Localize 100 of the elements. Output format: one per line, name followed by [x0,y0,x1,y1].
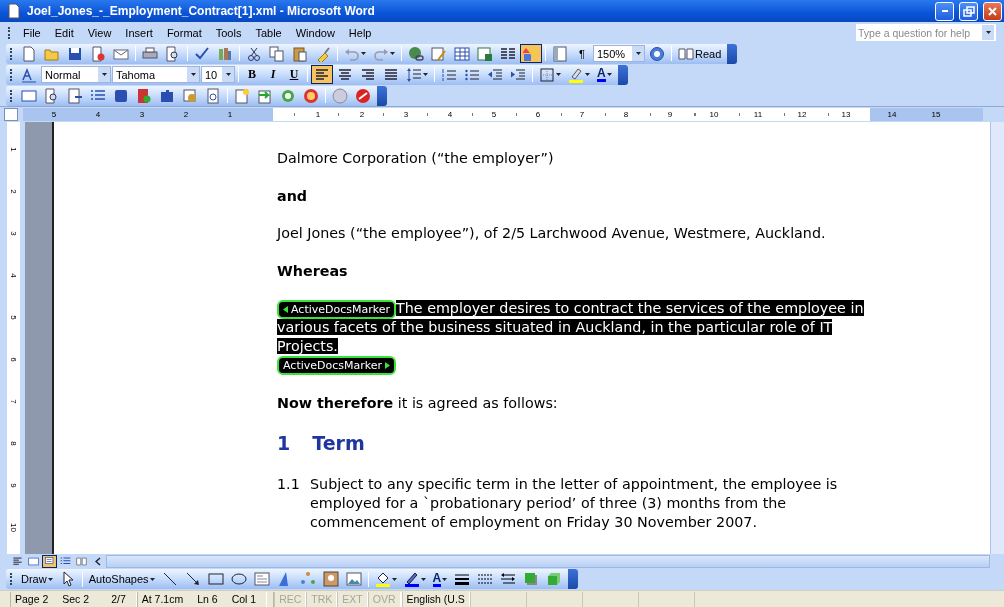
toolbar-options-button[interactable] [377,85,387,106]
font-size-value: 10 [205,68,218,81]
caret-icon [361,52,366,55]
caret-icon [47,577,53,581]
status-indicator: REC [274,591,307,607]
print-layout-view-button[interactable] [42,554,57,568]
menu-item[interactable]: Edit [48,24,80,41]
help-search-field[interactable]: Type a question for help [856,24,996,41]
clipboard-icon [292,45,308,62]
open-book-icon [76,555,87,567]
align-left-button[interactable] [311,65,333,84]
underline-button[interactable]: U [284,65,304,84]
marker-tag[interactable]: ActiveDocsMarker [277,356,397,375]
ruler-number: 8 [8,440,18,446]
menu-item[interactable]: Window [289,24,341,41]
read-button[interactable]: Read [675,44,725,63]
close-icon [988,6,997,16]
ruler-number: 3 [403,110,409,119]
minimize-button[interactable] [935,1,954,21]
caret-icon [606,73,612,76]
line-weight-icon [454,571,471,587]
status-field: 2/7 [99,591,136,607]
menu-item[interactable]: View [81,24,118,41]
toolbar-options-button[interactable] [617,64,628,85]
menu-item[interactable]: File [17,24,47,41]
help-icon [649,45,665,62]
clause-number: 1.1 [277,474,301,494]
paint-bucket-icon [374,571,391,587]
paragraph: and [277,186,309,206]
no-entry-icon [355,87,371,104]
border-icon [539,66,555,83]
ruler-number: 9 [667,110,673,119]
draw-menu[interactable]: Draw [18,569,56,589]
arrow-icon [184,571,201,587]
paragraph: Joel Jones (“the employee”), of 2/5 Larchwood Avenue, Westmere, Auckland. [277,224,827,243]
open-book-icon [678,45,694,62]
marker-tag[interactable]: ActiveDocsMarker [277,300,397,319]
bold-button[interactable]: B [242,65,262,84]
font-color-button[interactable]: A [429,569,451,589]
status-field: Col 1 [227,591,267,607]
font-size-field[interactable]: 10 [201,66,235,83]
zoom-field[interactable]: 150% [593,45,645,62]
font-field[interactable]: Tahoma [112,66,200,83]
caret-icon [390,52,395,55]
tab-selector-button[interactable] [4,108,18,121]
ruler-number: 4 [8,272,18,278]
toolbar-options-button[interactable] [727,43,738,64]
ring-icon [280,87,296,104]
status-field: At 7.1cm [137,591,194,607]
menu-item[interactable]: Table [249,24,288,41]
ruler-number: 8 [623,110,629,119]
dropdown-button[interactable] [982,25,994,40]
line-icon [161,571,178,587]
font-color-button[interactable]: A [594,65,615,84]
status-field: Sec 2 [58,591,100,607]
insert-table-button[interactable] [451,44,473,63]
square-icon [113,87,129,104]
frame-icon [28,555,39,567]
grid-icon [454,45,470,62]
ruler-number: 3 [8,230,18,236]
menu-item[interactable]: Help [342,24,378,41]
magnifier-page-icon [165,45,181,62]
align-left-icon [12,555,23,567]
status-indicator: TRK [306,591,338,607]
justify-icon [383,66,399,83]
ruler-number: 2 [183,110,189,119]
vertical-scrollbar[interactable] [990,122,1004,554]
toolbar-options-button[interactable] [568,569,579,589]
language-indicator: English (U.S [401,591,470,607]
diagram-icon [299,571,316,587]
menu-item[interactable]: Insert [119,24,159,41]
ruler-number: 10 [709,110,719,119]
restore-button[interactable] [959,1,978,21]
ruler-number: 1 [8,146,18,152]
drawing-button[interactable] [520,44,542,63]
menu-item[interactable]: Tools [209,24,248,41]
italic-button[interactable]: I [263,65,283,84]
zoom-value: 150% [597,47,626,60]
columns-icon [500,45,516,62]
shapes-icon [523,45,539,62]
frame-icon [21,87,37,104]
ruler-number: 4 [95,110,101,119]
paragraph: Whereas [277,261,349,281]
autoshapes-menu[interactable]: AutoShapes [85,569,158,589]
picture-icon [345,571,362,587]
menu-item[interactable]: Format [160,24,208,41]
style-field[interactable]: Normal [41,66,111,83]
web-view-button[interactable] [26,554,41,568]
restore-icon [962,5,975,17]
normal-view-button[interactable] [10,554,25,568]
ruler-number: 7 [8,398,18,404]
close-button[interactable] [983,1,1002,21]
ruler-number: 14 [887,110,897,119]
ruler-number: 5 [8,314,18,320]
ruler-number: 1 [227,110,233,119]
ruler-number: 9 [8,482,18,488]
horizontal-scrollbar[interactable] [106,554,990,568]
show-formatting-button[interactable]: ¶ [572,44,592,63]
align-right-icon [360,66,376,83]
rectangle-icon [207,571,224,587]
